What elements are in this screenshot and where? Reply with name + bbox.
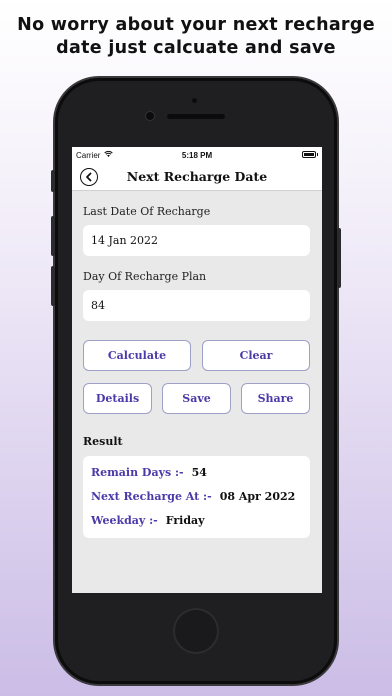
recharge-plan-days-label: Day Of Recharge Plan — [83, 270, 207, 283]
home-button — [173, 608, 219, 654]
last-recharge-date-field[interactable]: 14 Jan 2022 — [83, 225, 310, 256]
app-screen: Carrier 5:18 PM Next Recharge Date Last … — [72, 147, 322, 593]
volume-down-button — [51, 266, 55, 306]
result-card: Remain Days :- 54 Next Recharge At :- 08 A… — [83, 456, 310, 538]
nav-bar: Next Recharge Date — [72, 163, 322, 191]
remain-days-label: Remain Days :- — [91, 466, 184, 479]
front-camera — [146, 112, 154, 120]
page-title: Next Recharge Date — [126, 169, 268, 184]
weekday-value: Friday — [165, 514, 205, 527]
calculate-button[interactable]: Calculate — [83, 340, 191, 371]
battery-icon — [302, 151, 318, 158]
recharge-plan-days-field[interactable]: 84 — [83, 290, 310, 321]
weekday-label: Weekday :- — [91, 514, 158, 527]
remain-days-value: 54 — [191, 466, 207, 479]
details-button[interactable]: Details — [83, 383, 152, 414]
promo-headline-line2: date just calcuate and save — [56, 38, 336, 58]
earpiece-speaker — [167, 114, 225, 119]
status-bar: Carrier 5:18 PM — [72, 147, 322, 163]
remain-days-row: Remain Days :- 54 — [91, 466, 207, 479]
power-button — [337, 228, 341, 288]
status-time: 5:18 PM — [181, 151, 213, 160]
next-recharge-value: 08 Apr 2022 — [219, 490, 296, 503]
next-recharge-label: Next Recharge At :- — [91, 490, 212, 503]
save-button[interactable]: Save — [162, 383, 231, 414]
next-recharge-row: Next Recharge At :- 08 Apr 2022 — [91, 490, 295, 503]
weekday-row: Weekday :- Friday — [91, 514, 205, 527]
result-heading: Result — [83, 435, 123, 448]
promo-headline-line1: No worry about your next recharge — [17, 15, 375, 35]
proximity-sensor — [192, 98, 197, 103]
share-button[interactable]: Share — [241, 383, 310, 414]
clear-button[interactable]: Clear — [202, 340, 310, 371]
last-recharge-date-label: Last Date Of Recharge — [83, 205, 211, 218]
silent-switch — [51, 170, 55, 192]
promo-headline: No worry about your next recharge date j… — [0, 14, 392, 60]
volume-up-button — [51, 216, 55, 256]
